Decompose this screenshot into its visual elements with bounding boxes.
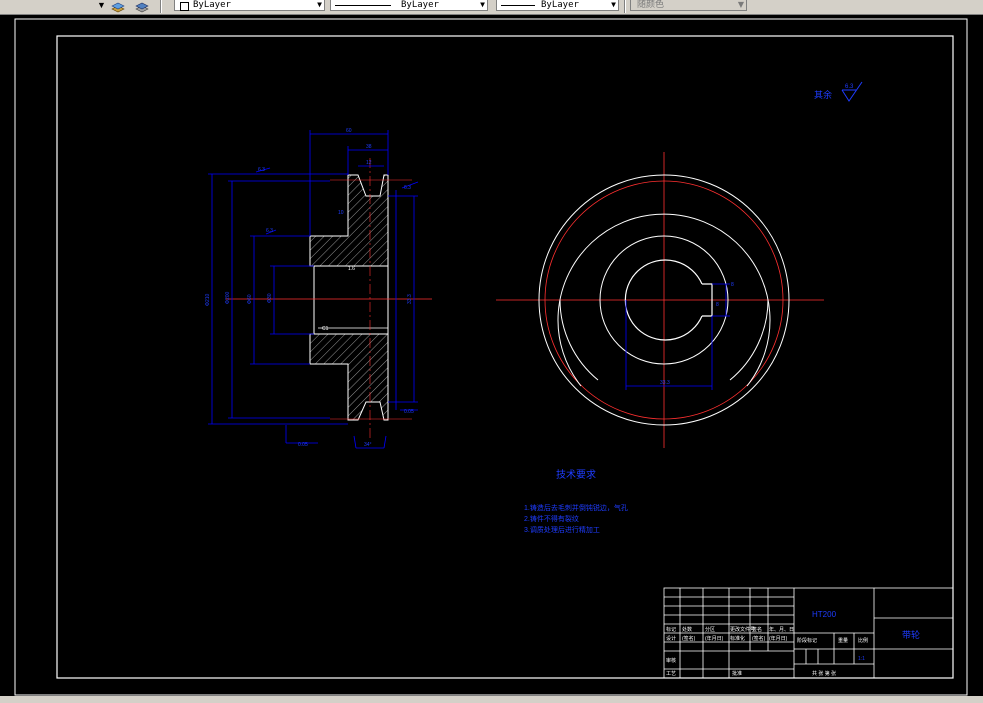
row-standard-date: (年月日) bbox=[769, 635, 788, 642]
process-label: 工艺 bbox=[666, 671, 676, 677]
header-count: 处数 bbox=[682, 626, 692, 633]
pulley-lower-section bbox=[309, 333, 389, 421]
toolbar-separator bbox=[160, 0, 162, 13]
drawing-canvas[interactable]: 其余 6.3 60 38 12 6.3 6.3 6.3 1.6 C1 Φ210 … bbox=[0, 15, 983, 703]
tech-item-3: 3.调质处理后进行精加工 bbox=[524, 525, 600, 534]
dim-hub-width: 38 bbox=[366, 144, 372, 150]
tech-requirements-title: 技术要求 bbox=[556, 468, 596, 481]
drawing-frame bbox=[56, 35, 954, 679]
dim-slot: 8 bbox=[716, 302, 719, 308]
chevron-down-icon[interactable]: ▼ bbox=[480, 0, 485, 10]
dim-groove-top: 12 bbox=[366, 160, 372, 166]
paper-outer-border bbox=[14, 18, 968, 696]
color-combo-value: ByLayer bbox=[193, 0, 231, 10]
dim-groove-bottom: 10 bbox=[338, 210, 344, 216]
row-design-sign: (签名) bbox=[682, 635, 696, 642]
dim-keyway: 8 bbox=[731, 282, 734, 288]
model-layout-tabs[interactable] bbox=[0, 696, 983, 703]
roughness-label: 其余 bbox=[814, 89, 832, 100]
dim-overall-width: 60 bbox=[346, 128, 352, 134]
layer-previous-icon[interactable] bbox=[135, 0, 149, 13]
scale-label: 比例 bbox=[858, 637, 868, 644]
weight-label: 重量 bbox=[838, 637, 848, 644]
plotstyle-combo-value: 随颜色 bbox=[637, 0, 665, 10]
chevron-down-icon[interactable]: ▼ bbox=[611, 0, 616, 10]
dim-hub-dia: Φ60 bbox=[247, 294, 253, 304]
dim-outer-dia: Φ210 bbox=[205, 293, 211, 306]
dim-bore: Φ30 bbox=[267, 293, 273, 303]
sheet-text: 共 张 第 张 bbox=[812, 670, 836, 677]
scale-value: 1:1 bbox=[858, 656, 865, 662]
lineweight-control-combo[interactable]: ByLayer ▼ bbox=[496, 0, 619, 11]
plotstyle-control-combo: 随颜色 ▼ bbox=[630, 0, 747, 11]
properties-toolbar: ▼ ByLayer ▼ ByLayer ▼ ByLayer ▼ 随颜色 ▼ bbox=[0, 0, 983, 15]
approve-label: 批准 bbox=[732, 670, 742, 677]
row-design-date: (年月日) bbox=[705, 635, 724, 642]
linetype-sample bbox=[335, 5, 391, 6]
header-sign: 签名 bbox=[752, 626, 762, 633]
row-design-label: 设计 bbox=[666, 635, 676, 642]
pulley-upper-section bbox=[309, 174, 389, 267]
dropdown-arrow-icon[interactable]: ▼ bbox=[97, 0, 106, 10]
dim-roughness-c: 6.3 bbox=[266, 228, 273, 234]
dim-key-dim: 33.3 bbox=[660, 380, 670, 386]
color-swatch bbox=[180, 2, 189, 11]
row-standard-sign: (签名) bbox=[752, 635, 766, 642]
row-standard-label: 标准化 bbox=[730, 635, 745, 642]
roughness-value: 6.3 bbox=[845, 84, 854, 90]
dim-runout-b: 0.05 bbox=[404, 409, 414, 415]
part-name-text: 带轮 bbox=[902, 629, 920, 640]
layer-states-icon[interactable] bbox=[111, 0, 125, 13]
material-text: HT200 bbox=[812, 610, 837, 619]
color-control-combo[interactable]: ByLayer ▼ bbox=[174, 0, 325, 11]
tech-item-2: 2.铸件不得有裂纹 bbox=[524, 514, 579, 523]
dim-roughness-d: 1.6 bbox=[348, 266, 355, 272]
review-label: 审核 bbox=[666, 657, 676, 664]
linetype-combo-value: ByLayer bbox=[401, 0, 439, 10]
header-mark: 标记 bbox=[666, 626, 676, 633]
header-date: 年、月、日 bbox=[769, 626, 794, 633]
chevron-down-icon: ▼ bbox=[737, 0, 744, 9]
tech-item-1: 1.铸造后去毛刺并倒钝锐边，气孔 bbox=[524, 503, 628, 512]
stage-label: 阶段标记 bbox=[797, 637, 817, 644]
groove-arc-right bbox=[729, 299, 769, 381]
dim-angle: 34° bbox=[364, 442, 372, 448]
dim-roughness-a: 6.3 bbox=[258, 167, 265, 173]
groove-arc-left bbox=[559, 299, 599, 381]
header-zone: 分区 bbox=[705, 626, 715, 633]
toolbar-separator bbox=[624, 0, 626, 13]
dim-chamfer: C1 bbox=[322, 326, 329, 332]
linetype-control-combo[interactable]: ByLayer ▼ bbox=[330, 0, 488, 11]
dim-key-depth: 33.3 bbox=[407, 294, 413, 304]
section-view: 60 38 12 6.3 6.3 6.3 1.6 C1 Φ210 Φ200 Φ6… bbox=[205, 128, 432, 449]
dim-pitch-dia: Φ200 bbox=[225, 291, 231, 304]
front-view: 8 8 33.3 bbox=[496, 152, 824, 448]
lineweight-combo-value: ByLayer bbox=[541, 0, 579, 10]
dim-runout-a: 0.05 bbox=[298, 442, 308, 448]
bore-outline bbox=[313, 265, 389, 335]
lineweight-sample bbox=[501, 5, 535, 6]
chevron-down-icon[interactable]: ▼ bbox=[317, 0, 322, 10]
dim-roughness-b: 6.3 bbox=[404, 185, 411, 191]
